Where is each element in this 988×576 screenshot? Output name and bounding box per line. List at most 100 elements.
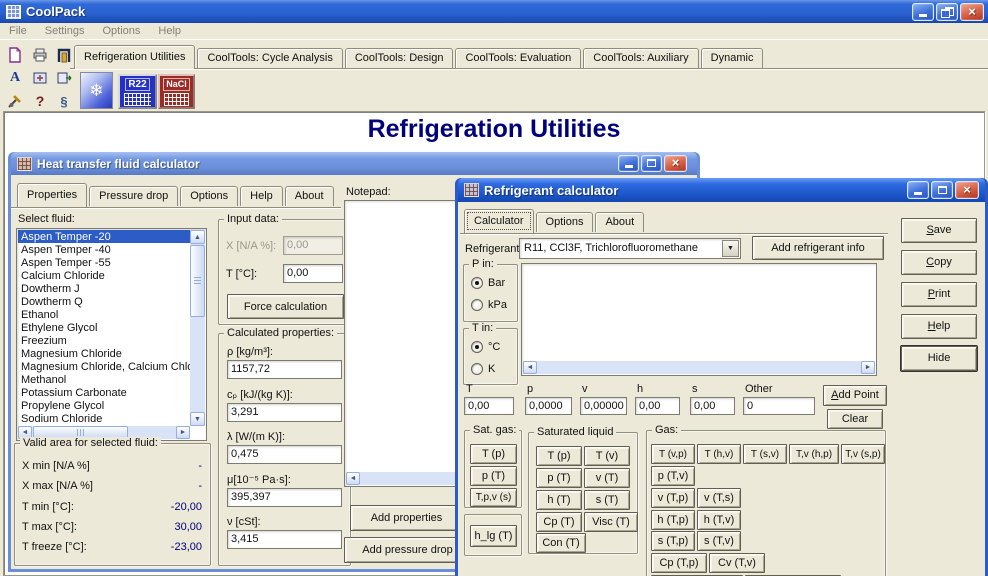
scroll-thumb[interactable] [190,245,205,317]
refcalc-tab[interactable]: About [595,212,644,232]
refcalc-tab[interactable]: Options [536,212,594,232]
chevron-down-icon[interactable]: ▼ [722,240,739,257]
gas-button[interactable]: h (T,p) [651,510,695,530]
tools-button[interactable] [5,91,25,111]
results-horizontal-scrollbar[interactable]: ◄ ► [523,361,875,374]
restore-button[interactable] [936,3,958,21]
htf-close-button[interactable]: × [664,155,687,172]
fluid-list-item[interactable]: Calcium Chloride [18,269,190,282]
point-field-input[interactable]: 0,00 [635,397,680,415]
htf-tab[interactable]: Help [240,186,283,206]
scroll-left-arrow[interactable]: ◄ [523,361,537,374]
gas-button[interactable]: p (T,v) [651,466,695,486]
add-refrigerant-info-button[interactable]: Add refrigerant info [752,236,884,260]
scroll-left-arrow[interactable]: ◄ [346,472,360,485]
main-tab[interactable]: CoolTools: Cycle Analysis [197,48,342,68]
scroll-down-arrow[interactable]: ▼ [190,412,205,426]
fluid-listbox[interactable]: Aspen Temper -20Aspen Temper -40Aspen Te… [16,228,207,441]
main-tab[interactable]: CoolTools: Evaluation [455,48,581,68]
refcalc-tab[interactable]: Calculator [464,209,534,233]
sat-liquid-button[interactable]: v (T) [584,468,630,488]
side-button[interactable]: Save [901,218,977,243]
fluid-list-item[interactable]: Ethylene Glycol [18,321,190,334]
htf-minimize-button[interactable] [618,155,639,172]
fluid-list-item[interactable]: Ethanol [18,308,190,321]
about-button[interactable]: § [54,91,74,111]
gas-button[interactable]: s (T,p) [651,531,695,551]
htf-maximize-button[interactable] [641,155,662,172]
point-field-input[interactable]: 0 [743,397,815,415]
scroll-right-arrow[interactable]: ► [176,426,190,439]
nacl-calculator-button[interactable]: NaCl [158,74,195,109]
calculated-field-value[interactable]: 3,291 [227,403,342,422]
fluid-list-item[interactable]: Freezium [18,335,190,348]
t-in-kelvin-radio[interactable]: K [471,363,495,375]
htf-tab[interactable]: Pressure drop [89,186,178,206]
sat-liquid-button[interactable]: T (p) [536,446,582,466]
gas-button[interactable]: T (h,v) [697,444,741,464]
sat-liquid-button[interactable]: p (T) [536,468,582,488]
minimize-button[interactable] [912,3,934,21]
fluid-list-item[interactable]: Potassium Carbonate [18,387,190,400]
point-field-input[interactable]: 0,00 [464,397,514,415]
menu-item[interactable]: Settings [36,24,94,38]
refrigerant-dropdown[interactable]: R11, CCl3F, Trichlorofluoromethane ▼ [519,238,741,259]
p-in-bar-radio[interactable]: Bar [471,277,505,289]
side-button[interactable]: Help [901,314,977,339]
sat-gas-button[interactable]: T,p,v (s) [470,488,517,507]
sat-liquid-button[interactable]: h (T) [536,490,582,510]
results-textarea[interactable]: ◄ ► [521,263,877,376]
fluid-list-item[interactable]: Aspen Temper -20 [18,230,190,243]
htf-tab[interactable]: Properties [17,183,87,207]
fluid-list-item[interactable]: Methanol [18,374,190,387]
sat-liquid-button[interactable]: T (v) [584,446,630,466]
fluid-list-item[interactable]: Aspen Temper -40 [18,243,190,256]
p-in-kpa-radio[interactable]: kPa [471,299,507,311]
fluid-vertical-scrollbar[interactable]: ▲ ▼ [190,230,205,426]
gas-button[interactable]: Cv (T,v) [709,553,765,573]
fluid-list-item[interactable]: Sodium Chloride [18,413,190,426]
calculated-field-value[interactable]: 395,397 [227,488,342,507]
sat-liquid-button[interactable]: Visc (T) [584,512,638,532]
side-button[interactable]: Copy [901,250,977,275]
main-tab[interactable]: Dynamic [701,48,764,68]
point-field-input[interactable]: 0,00000 [580,397,627,415]
refrigeration-utilities-launcher[interactable]: ❄ [80,72,113,109]
htf-tab[interactable]: About [285,186,334,206]
gas-button[interactable]: Cp (T,p) [651,553,707,573]
clear-button[interactable]: Clear [827,409,883,429]
menu-item[interactable]: Options [93,24,149,38]
sat-liquid-button[interactable]: s (T) [584,490,630,510]
gas-button[interactable]: T (v,p) [651,444,695,464]
calculated-field-value[interactable]: 1157,72 [227,360,342,379]
fluid-list-item[interactable]: Magnesium Chloride, Calcium Chlo [18,361,190,374]
menu-item[interactable]: File [0,24,36,38]
menu-item[interactable]: Help [149,24,190,38]
fluid-list-item[interactable]: Dowtherm Q [18,295,190,308]
r22-calculator-button[interactable]: R22 [118,74,157,109]
main-tab[interactable]: CoolTools: Auxiliary [583,48,698,68]
sat-gas-button[interactable]: T (p) [470,444,517,464]
close-button[interactable]: × [960,3,984,21]
exit-button[interactable] [54,45,74,65]
h-lg-button[interactable]: h_lg (T) [470,525,517,547]
calculated-field-value[interactable]: 0,475 [227,445,342,464]
scroll-up-arrow[interactable]: ▲ [190,230,205,244]
font-button[interactable]: A [5,68,25,88]
sat-liquid-button[interactable]: Con (T) [536,533,586,553]
calculated-field-value[interactable]: 3,415 [227,530,342,549]
print-button[interactable] [30,45,50,65]
htf-tab[interactable]: Options [180,186,238,206]
fluid-list-item[interactable]: Dowtherm J [18,282,190,295]
refcalc-maximize-button[interactable] [931,181,953,199]
gas-button[interactable]: T (s,v) [743,444,787,464]
gas-button[interactable]: h (T,v) [697,510,741,530]
scroll-right-arrow[interactable]: ► [861,361,875,374]
gas-button[interactable]: s (T,v) [697,531,741,551]
refcalc-close-button[interactable]: × [955,181,979,199]
t-input-field[interactable]: 0,00 [283,264,343,283]
point-field-input[interactable]: 0,00 [690,397,735,415]
x-input-field[interactable]: 0,00 [283,236,343,255]
main-tab[interactable]: CoolTools: Design [345,48,454,68]
refcalc-minimize-button[interactable] [907,181,929,199]
